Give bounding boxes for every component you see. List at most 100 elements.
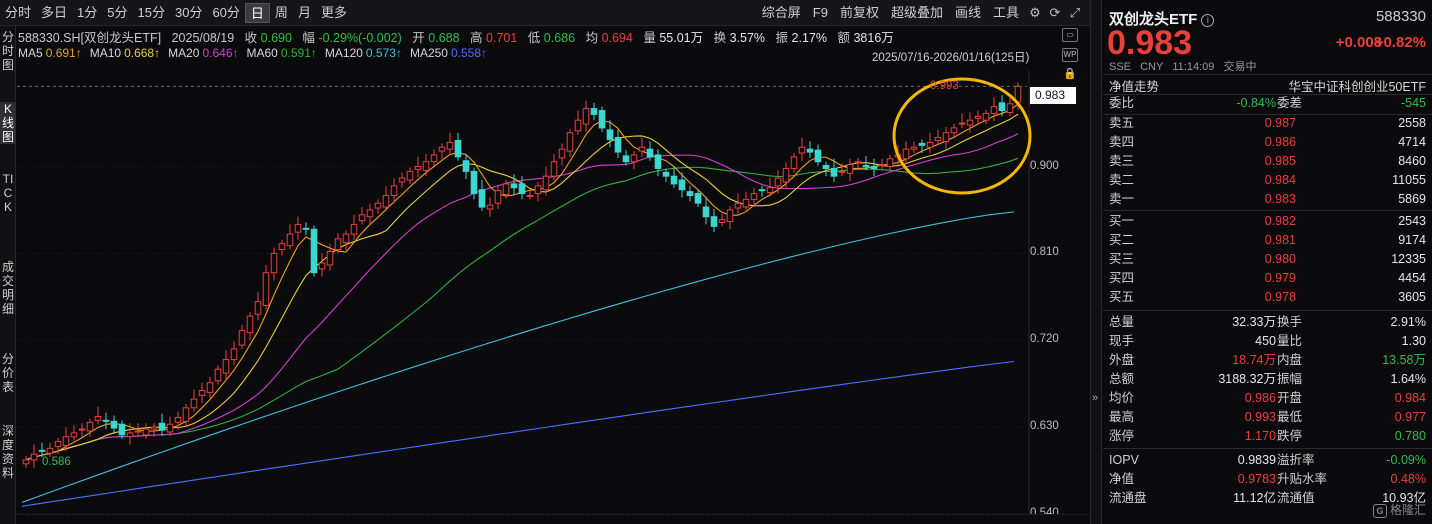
tool-button[interactable]: 超级叠加 [886, 3, 948, 23]
period-tab[interactable]: 15分 [133, 3, 170, 23]
ask-row[interactable]: 卖四 0.986 4714 [1109, 133, 1426, 152]
stat-value: 11.12亿 [1233, 491, 1276, 505]
left-tab[interactable]: 成交明细 [0, 260, 16, 316]
period-tab[interactable]: 5分 [102, 3, 132, 23]
ask-row[interactable]: 卖五 0.987 2558 [1109, 114, 1426, 133]
left-tab[interactable]: 分时图 [0, 30, 16, 72]
period-tab[interactable]: 周 [270, 3, 293, 23]
candle-body [806, 148, 814, 153]
tool-button[interactable]: 画线 [950, 3, 986, 23]
stat-value: -0.09% [1386, 453, 1426, 467]
low-label: 低 [527, 31, 541, 45]
period-tab[interactable]: 60分 [207, 3, 244, 23]
stat-label: 溢折率 [1277, 453, 1315, 467]
left-tab[interactable]: 深度资料 [0, 424, 16, 480]
period-tab[interactable]: 更多 [316, 3, 352, 23]
period-tab[interactable]: 30分 [170, 3, 207, 23]
bid-row[interactable]: 买四 0.979 4454 [1109, 269, 1426, 288]
turnover-field: 换 3.57% [714, 31, 765, 45]
level-label: 买二 [1109, 233, 1135, 247]
weicha-value: -545 [1400, 96, 1426, 110]
swing-label: 振 [775, 31, 789, 45]
level-volume: 2558 [1398, 116, 1426, 130]
tool-button[interactable]: 综合屏 [757, 3, 806, 23]
candle-body [526, 194, 534, 197]
candle-body [726, 209, 734, 223]
candle-body [126, 432, 134, 438]
open-field: 开 0.688 [412, 31, 459, 45]
level-volume: 9174 [1398, 233, 1426, 247]
stat-label: 升贴水率 [1277, 472, 1328, 486]
period-tab[interactable]: 日 [244, 2, 270, 23]
candle-body [278, 243, 286, 251]
ask-row[interactable]: 卖一 0.983 5869 [1109, 190, 1426, 209]
ma-label: MA10 [89, 46, 122, 60]
candle-body [990, 106, 998, 114]
level-label: 卖四 [1109, 135, 1135, 149]
nav-trend-link[interactable]: 净值走势 [1109, 76, 1159, 95]
bid-row[interactable]: 买三 0.980 12335 [1109, 250, 1426, 269]
stat-label: 净值 [1109, 472, 1135, 486]
tool-button[interactable]: F9 [808, 3, 833, 23]
left-tab[interactable]: K线图 [0, 102, 16, 144]
period-tab[interactable]: 月 [293, 3, 316, 23]
gear-icon[interactable]: ⚙ [1026, 4, 1044, 22]
high-value: 0.701 [486, 31, 518, 45]
level-volume: 12335 [1391, 252, 1426, 266]
tool-button[interactable]: 工具 [988, 3, 1024, 23]
refresh-icon[interactable]: ⟳ [1046, 4, 1064, 22]
weicha-label: 委差 [1277, 96, 1303, 110]
left-tab[interactable]: 分价表 [0, 352, 16, 394]
bid-row[interactable]: 买一 0.982 2543 [1109, 212, 1426, 231]
low-annotation: 0.586 [42, 456, 71, 468]
level-price: 0.980 [1264, 252, 1296, 266]
candle-body [958, 122, 966, 125]
stat-value: 1.170 [1244, 429, 1276, 443]
open-value: 0.688 [428, 31, 460, 45]
expand-icon[interactable]: ⤢ [1066, 4, 1084, 22]
candle-body [854, 161, 862, 164]
candle-body [198, 389, 206, 396]
collapse-icon[interactable]: » [1092, 392, 1098, 404]
candle-body [630, 154, 638, 163]
candle-body [582, 108, 590, 125]
stat-value: 1.30 [1401, 334, 1426, 348]
ma-value: 0.558↑ [450, 46, 488, 60]
ask-row[interactable]: 卖二 0.984 11055 [1109, 171, 1426, 190]
period-tab[interactable]: 多日 [36, 3, 72, 23]
vol-label: 量 [643, 31, 656, 45]
window-icon[interactable]: ▭ [1062, 28, 1078, 42]
candle-body [94, 416, 102, 421]
kline-chart[interactable] [17, 70, 1090, 514]
weibi-label: 委比 [1109, 96, 1135, 110]
candle-body [174, 416, 182, 423]
period-tab[interactable]: 分时 [0, 3, 36, 23]
wp-icon[interactable]: WP [1062, 48, 1078, 62]
low-field: 低 0.686 [528, 31, 575, 45]
level-price: 0.982 [1264, 214, 1296, 228]
stat-label: 总量 [1109, 315, 1135, 329]
vol-field: 量 55.01万 [643, 31, 703, 45]
ma-label: MA60 [246, 46, 278, 60]
close-field: 收 0.690 [245, 31, 292, 45]
ask-row[interactable]: 卖三 0.985 8460 [1109, 152, 1426, 171]
tool-button[interactable]: 前复权 [835, 3, 884, 23]
stat-label: 最高 [1109, 410, 1135, 424]
candle-body [286, 233, 294, 247]
toolbar-tools: 综合屏 F9 前复权 超级叠加 画线 工具 ⚙ ⟳ ⤢ [757, 0, 1084, 26]
level-label: 买三 [1109, 252, 1135, 266]
close-value: 0.690 [260, 31, 292, 45]
candle-body [518, 183, 526, 195]
candle-body [446, 141, 454, 150]
left-tab[interactable]: TICK [0, 172, 16, 214]
candle-body [246, 315, 254, 334]
panel-divider[interactable]: » [1090, 0, 1102, 524]
bid-row[interactable]: 买五 0.978 3605 [1109, 288, 1426, 307]
stat-value: 0.986 [1244, 391, 1276, 405]
period-tab[interactable]: 1分 [72, 3, 102, 23]
ma-legend-item: MA120 0.573↑ [325, 46, 402, 60]
high-field: 高 0.701 [470, 31, 517, 45]
info-icon[interactable]: i [1201, 14, 1215, 27]
stat-label: 涨停 [1109, 429, 1135, 443]
bid-row[interactable]: 买二 0.981 9174 [1109, 231, 1426, 250]
